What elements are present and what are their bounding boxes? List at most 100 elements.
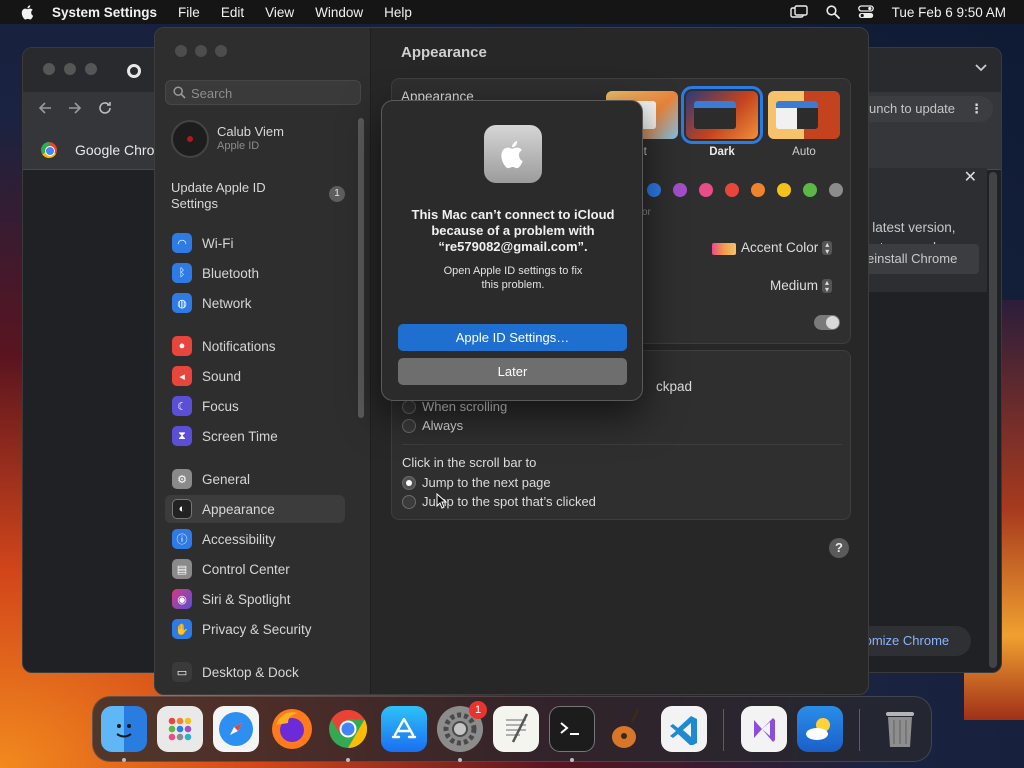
dock-icon: ▭ (172, 662, 192, 682)
accent-pink-swatch[interactable] (699, 183, 713, 197)
control-center-sidebar-icon: ▤ (172, 559, 192, 579)
radio-button[interactable] (402, 494, 416, 509)
accent-red-swatch[interactable] (725, 183, 739, 197)
customize-chrome-button[interactable]: tomize Chrome (851, 626, 971, 656)
zoom-window-button[interactable] (85, 63, 97, 75)
radio-when-scrolling[interactable]: When scrolling (402, 399, 507, 414)
radio-always[interactable]: Always (402, 418, 463, 433)
relaunch-to-update-button[interactable]: unch to update ⋮ (855, 96, 993, 122)
close-window-button[interactable] (43, 63, 55, 75)
later-button[interactable]: Later (398, 358, 627, 385)
settings-zoom-button[interactable] (215, 45, 227, 57)
settings-close-button[interactable] (175, 45, 187, 57)
highlight-color-popup[interactable]: Accent Color ▴ ▾ (741, 240, 833, 256)
chrome-icon[interactable] (325, 706, 371, 752)
close-icon[interactable]: ✕ (964, 168, 977, 188)
chrome-tab-icon[interactable] (127, 64, 141, 78)
accent-graphite-swatch[interactable] (829, 183, 843, 197)
sidebar-item-notifications[interactable]: ● Notifications (165, 332, 345, 360)
textedit-icon[interactable] (493, 706, 539, 752)
trash-icon[interactable] (877, 706, 923, 752)
forward-arrow-icon[interactable] (67, 100, 83, 116)
finder-icon[interactable] (101, 706, 147, 752)
sidebar-item-focus[interactable]: ☾ Focus (165, 392, 345, 420)
search-icon (173, 86, 186, 99)
spotlight-search-icon[interactable] (826, 5, 840, 19)
theme-auto-thumbnail[interactable] (768, 91, 840, 139)
sidebar-item-privacy-security[interactable]: ✋ Privacy & Security (165, 615, 345, 643)
sidebar-item-sound[interactable]: ◂ Sound (165, 362, 345, 390)
menu-app-name[interactable]: System Settings (52, 5, 157, 20)
screen-mirroring-icon[interactable] (789, 5, 808, 19)
menu-clock[interactable]: Tue Feb 6 9:50 AM (892, 5, 1006, 20)
sidebar-item-bluetooth[interactable]: ᛒ Bluetooth (165, 259, 345, 287)
back-arrow-icon[interactable] (37, 100, 53, 116)
radio-jump-next-page[interactable]: Jump to the next page (402, 475, 551, 490)
garageband-icon[interactable] (605, 706, 651, 752)
sidebar-item-siri-spotlight[interactable]: ◉ Siri & Spotlight (165, 585, 345, 613)
bell-icon: ● (172, 336, 192, 356)
chevron-down-icon[interactable] (975, 64, 987, 72)
more-vertical-icon[interactable]: ⋮ (970, 96, 983, 122)
menu-help[interactable]: Help (384, 5, 412, 20)
accent-purple-swatch[interactable] (673, 183, 687, 197)
sidebar-icon-size-popup[interactable]: Medium ▴ ▾ (770, 278, 833, 294)
reload-icon[interactable] (97, 100, 113, 116)
accent-green-swatch[interactable] (803, 183, 817, 197)
settings-badge: 1 (469, 701, 487, 719)
sidebar-item-appearance[interactable]: ◐ Appearance (165, 495, 345, 523)
menu-window[interactable]: Window (315, 5, 363, 20)
launchpad-icon[interactable] (157, 706, 203, 752)
apple-id-settings-button[interactable]: Apple ID Settings… (398, 324, 627, 351)
chrome-scrollbar[interactable] (989, 172, 997, 668)
sidebar-item-control-center[interactable]: ▤ Control Center (165, 555, 345, 583)
theme-dark-thumbnail[interactable] (681, 86, 763, 144)
radio-button[interactable] (402, 399, 416, 414)
vscode-icon[interactable] (661, 706, 707, 752)
sidebar-item-wifi[interactable]: ◠ Wi-Fi (165, 229, 345, 257)
sidebar-item-general[interactable]: ⚙ General (165, 465, 345, 493)
terminal-icon[interactable] (549, 706, 595, 752)
app-store-icon[interactable] (381, 706, 427, 752)
help-button[interactable]: ? (829, 538, 849, 558)
bookmark-google-chrome[interactable]: Google Chrom (75, 142, 166, 158)
sidebar-item-label: Wi-Fi (202, 235, 234, 251)
siri-icon: ◉ (172, 589, 192, 609)
visual-studio-icon[interactable] (741, 706, 787, 752)
apple-id-account[interactable]: Calub Viem Apple ID (171, 120, 361, 162)
accent-orange-swatch[interactable] (751, 183, 765, 197)
radio-jump-to-spot[interactable]: Jump to the spot that’s clicked (402, 494, 596, 509)
alert-sub-line2: this problem. (481, 279, 545, 291)
control-center-icon[interactable] (857, 5, 874, 19)
minimize-window-button[interactable] (64, 63, 76, 75)
radio-button-selected[interactable] (402, 475, 416, 490)
radio-button[interactable] (402, 418, 416, 433)
menu-file[interactable]: File (178, 5, 200, 20)
sidebar-scrollbar[interactable] (358, 118, 364, 418)
weather-icon[interactable] (797, 706, 843, 752)
search-input[interactable] (191, 84, 351, 102)
sidebar-item-network[interactable]: ◍ Network (165, 289, 345, 317)
accent-color-swatches (647, 183, 843, 197)
update-apple-id-item[interactable]: Update Apple ID Settings 1 (171, 180, 351, 212)
menu-view[interactable]: View (265, 5, 294, 20)
wallpaper-tinting-toggle[interactable] (814, 315, 840, 330)
reinstall-chrome-button[interactable]: einstall Chrome (861, 244, 979, 274)
apple-menu-icon[interactable] (20, 4, 36, 20)
accent-blue-swatch[interactable] (647, 183, 661, 197)
sidebar-item-accessibility[interactable]: ⓘ Accessibility (165, 525, 345, 553)
accent-yellow-swatch[interactable] (777, 183, 791, 197)
safari-icon[interactable] (213, 706, 259, 752)
sidebar-item-screen-time[interactable]: ⧗ Screen Time (165, 422, 345, 450)
radio-label: Always (422, 418, 464, 433)
firefox-icon[interactable] (269, 706, 315, 752)
sidebar-item-desktop-dock[interactable]: ▭ Desktop & Dock (165, 658, 345, 686)
relaunch-label: unch to update (869, 101, 956, 116)
settings-minimize-button[interactable] (195, 45, 207, 57)
sidebar-item-label: General (202, 471, 251, 487)
radio-label: Jump to the spot that’s clicked (422, 494, 596, 509)
popup-stepper-icon: ▴ ▾ (822, 241, 833, 256)
menu-edit[interactable]: Edit (221, 5, 244, 20)
account-name: Calub Viem (217, 124, 284, 139)
update-label-line1: Update Apple ID (171, 180, 266, 195)
